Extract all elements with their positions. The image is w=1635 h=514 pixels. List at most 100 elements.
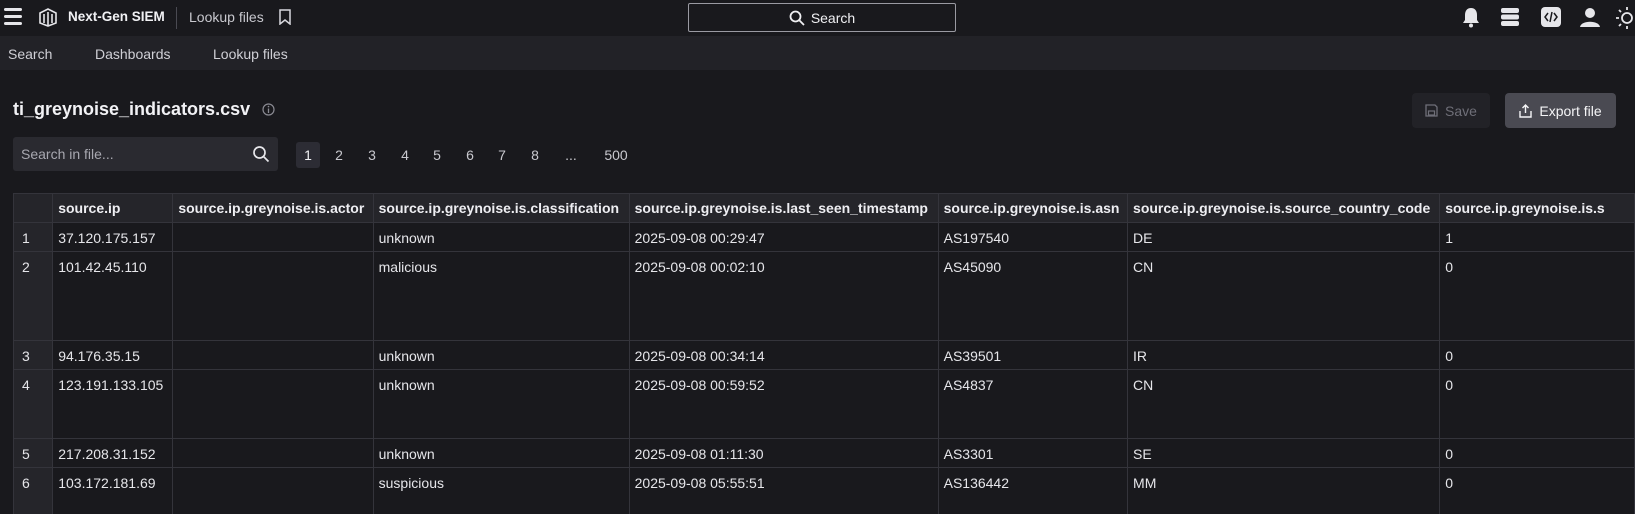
table-header-row: source.ip source.ip.greynoise.is.actor s… [13,193,1635,223]
table-cell[interactable]: 0 [1439,251,1635,341]
export-file-button[interactable]: Export file [1505,93,1616,128]
table-row[interactable]: 5 217.208.31.152 unknown 2025-09-08 01:1… [13,438,1635,468]
search-in-file-input[interactable] [13,137,278,171]
table-cell[interactable]: CN [1127,369,1441,439]
menu-icon[interactable] [4,8,22,26]
nav-item-search[interactable]: Search [8,46,52,62]
table-cell[interactable]: 94.176.35.15 [52,340,174,370]
table-cell[interactable]: AS4837 [937,369,1129,439]
table-cell[interactable]: malicious [372,251,630,341]
table-cell[interactable] [172,251,374,341]
top-bar: Next-Gen SIEM Lookup files Search [0,0,1635,36]
save-icon [1425,104,1438,117]
row-number: 4 [13,369,54,439]
row-number: 3 [13,340,54,370]
row-number: 6 [13,467,54,514]
export-icon [1519,103,1533,118]
divider [176,7,177,29]
table-cell[interactable]: 2025-09-08 05:55:51 [628,467,939,514]
table-cell[interactable]: 217.208.31.152 [52,438,174,468]
row-number-header [13,193,54,223]
page-4[interactable]: 4 [393,142,417,168]
table-cell[interactable] [172,340,374,370]
table-cell[interactable]: unknown [372,438,630,468]
save-label: Save [1445,102,1477,119]
column-header[interactable]: source.ip.greynoise.is.asn [937,193,1129,223]
bookmark-icon[interactable] [278,9,292,25]
row-number: 1 [13,222,54,252]
table-cell[interactable]: AS45090 [937,251,1129,341]
table-cell[interactable]: 0 [1439,369,1635,439]
table-cell[interactable]: AS197540 [937,222,1129,252]
page-2[interactable]: 2 [327,142,351,168]
table-cell[interactable]: AS3301 [937,438,1129,468]
table-cell[interactable]: IR [1127,340,1441,370]
table-cell[interactable] [172,369,374,439]
table-cell[interactable]: CN [1127,251,1441,341]
table-cell[interactable]: 2025-09-08 00:29:47 [628,222,939,252]
table-row[interactable]: 1 37.120.175.157 unknown 2025-09-08 00:2… [13,222,1635,252]
column-header[interactable]: source.ip.greynoise.is.classification [372,193,630,223]
table-row[interactable]: 6 103.172.181.69 suspicious 2025-09-08 0… [13,467,1635,514]
table-cell[interactable]: SE [1127,438,1441,468]
column-header[interactable]: source.ip.greynoise.is.s [1439,193,1635,223]
app-name[interactable]: Next-Gen SIEM [68,9,165,24]
page-8[interactable]: 8 [523,142,547,168]
page-3[interactable]: 3 [360,142,384,168]
page-ellipsis: ... [565,147,577,163]
table-cell[interactable] [172,438,374,468]
info-icon[interactable] [262,103,275,116]
code-icon[interactable] [1540,6,1562,28]
page-6[interactable]: 6 [458,142,482,168]
table-cell[interactable]: 103.172.181.69 [52,467,174,514]
table-cell[interactable]: 2025-09-08 01:11:30 [628,438,939,468]
table-cell[interactable]: unknown [372,369,630,439]
row-number: 5 [13,438,54,468]
column-header[interactable]: source.ip.greynoise.is.last_seen_timesta… [628,193,939,223]
table-cell[interactable]: 0 [1439,438,1635,468]
table-cell[interactable]: 37.120.175.157 [52,222,174,252]
table-cell[interactable]: DE [1127,222,1441,252]
table-cell[interactable]: MM [1127,467,1441,514]
table-cell[interactable]: suspicious [372,467,630,514]
table-cell[interactable]: 1 [1439,222,1635,252]
global-search-button[interactable]: Search [688,3,956,32]
save-button[interactable]: Save [1412,93,1490,128]
table-cell[interactable]: 2025-09-08 00:02:10 [628,251,939,341]
table-cell[interactable]: 2025-09-08 00:34:14 [628,340,939,370]
table-cell[interactable]: unknown [372,222,630,252]
table-cell[interactable]: 123.191.133.105 [52,369,174,439]
stack-icon[interactable] [1499,6,1521,28]
table-row[interactable]: 3 94.176.35.15 unknown 2025-09-08 00:34:… [13,340,1635,370]
nav-item-lookup-files[interactable]: Lookup files [213,46,288,62]
page-title: ti_greynoise_indicators.csv [13,99,251,119]
table-cell[interactable]: 2025-09-08 00:59:52 [628,369,939,439]
column-header[interactable]: source.ip.greynoise.is.actor [172,193,374,223]
bell-icon[interactable] [1461,6,1481,28]
page-7[interactable]: 7 [490,142,514,168]
page-500[interactable]: 500 [599,142,633,168]
search-icon[interactable] [252,145,270,163]
table-cell[interactable] [172,467,374,514]
breadcrumb[interactable]: Lookup files [189,9,264,25]
table-row[interactable]: 2 101.42.45.110 malicious 2025-09-08 00:… [13,251,1635,341]
table-cell[interactable]: unknown [372,340,630,370]
sun-icon[interactable] [1615,6,1635,30]
row-number: 2 [13,251,54,341]
column-header[interactable]: source.ip.greynoise.is.source_country_co… [1127,193,1441,223]
table-row[interactable]: 4 123.191.133.105 unknown 2025-09-08 00:… [13,369,1635,439]
table-cell[interactable]: AS136442 [937,467,1129,514]
column-header[interactable]: source.ip [52,193,174,223]
page-5[interactable]: 5 [425,142,449,168]
table-cell[interactable]: 0 [1439,467,1635,514]
nav-item-dashboards[interactable]: Dashboards [95,46,171,62]
export-label: Export file [1539,102,1602,119]
table-cell[interactable]: 0 [1439,340,1635,370]
page-1[interactable]: 1 [296,142,320,168]
table-cell[interactable] [172,222,374,252]
search-icon [789,10,805,26]
logo-icon [39,8,57,27]
table-cell[interactable]: 101.42.45.110 [52,251,174,341]
user-icon[interactable] [1579,6,1601,28]
table-cell[interactable]: AS39501 [937,340,1129,370]
